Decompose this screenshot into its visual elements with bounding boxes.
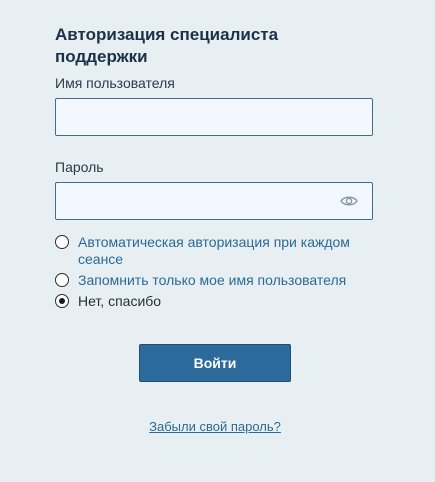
username-label: Имя пользователя [55,75,175,91]
forgot-password-link[interactable]: Забыли свой пароль? [149,419,281,434]
radio-label: Запомнить только мое имя пользователя [78,272,347,288]
username-field-wrapper [55,98,373,136]
radio-button[interactable] [55,273,69,287]
login-button[interactable]: Войти [139,344,291,382]
radio-option-auto-login[interactable]: Автоматическая авторизация при каждом се… [55,234,375,268]
radio-label: Автоматическая авторизация при каждом се… [78,234,350,267]
radio-option-remember-username[interactable]: Запомнить только мое имя пользователя [55,272,375,289]
password-label: Пароль [55,159,104,175]
radio-button[interactable] [55,235,69,249]
eye-icon[interactable] [340,194,358,208]
password-input[interactable] [56,183,372,219]
forgot-password-container: Забыли свой пароль? [55,419,375,434]
username-input[interactable] [56,99,372,135]
login-panel: Авторизация специалиста поддержки Имя по… [55,24,375,434]
radio-option-no-thanks[interactable]: Нет, спасибо [55,293,375,310]
radio-label: Нет, спасибо [78,293,162,309]
radio-button-selected[interactable] [55,294,69,308]
password-field-wrapper [55,182,373,220]
page-title: Авторизация специалиста поддержки [55,25,279,66]
remember-options: Автоматическая авторизация при каждом се… [55,234,375,310]
